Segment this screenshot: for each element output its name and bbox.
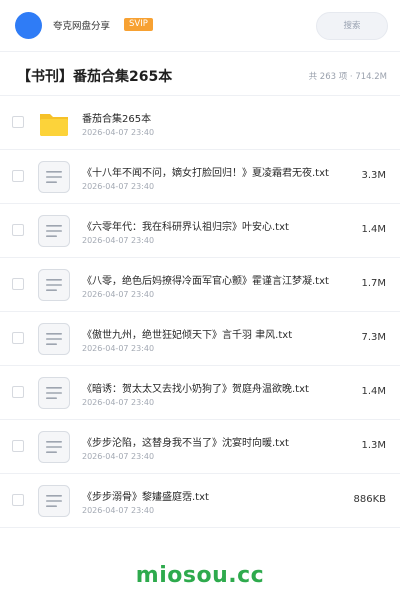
file-date: 2026-04-07 23:40 <box>82 182 155 191</box>
site-name: 夸克网盘分享 <box>53 21 111 32</box>
text-file-icon <box>37 376 71 410</box>
file-date: 2026-04-07 23:40 <box>82 290 155 299</box>
file-row[interactable]: 《暗诱：贺太太又去找小奶狗了》贺庭舟温欲晚.txt 2026-04-07 23:4… <box>0 366 400 420</box>
file-row[interactable]: 《步步溺骨》黎嫿盛庭霑.txt 2026-04-07 23:40 886KB <box>0 474 400 528</box>
text-file-icon <box>37 322 71 356</box>
file-name[interactable]: 番茄合集265本 <box>82 110 354 125</box>
file-row[interactable]: 《六零年代：我在科研界认祖归宗》叶安心.txt 2026-04-07 23:40 1… <box>0 204 400 258</box>
file-name[interactable]: 《八零，绝色后妈撩得冷面军官心颤》霍谨言江梦凝.txt <box>82 272 354 287</box>
file-row[interactable]: 《步步沦陷，这替身我不当了》沈宴时向暖.txt 2026-04-07 23:40 1… <box>0 420 400 474</box>
file-date: 2026-04-07 23:40 <box>82 506 155 515</box>
file-row[interactable]: 《八零，绝色后妈撩得冷面军官心颤》霍谨言江梦凝.txt 2026-04-07 23… <box>0 258 400 312</box>
row-checkbox[interactable] <box>12 386 24 398</box>
watermark: miosou.cc <box>135 563 265 588</box>
row-checkbox[interactable] <box>12 440 24 452</box>
file-size: 886KB <box>353 494 386 505</box>
row-checkbox[interactable] <box>12 332 24 344</box>
file-row[interactable]: 《十八年不闻不问，嫡女打脸回归！》夏凌霜君无夜.txt 2026-04-07 23… <box>0 150 400 204</box>
folder-stats: 共 263 项 · 714.2M <box>308 72 387 82</box>
text-file-icon <box>37 214 71 248</box>
file-size: 1.4M <box>361 386 386 397</box>
file-date: 2026-04-07 23:40 <box>82 128 155 137</box>
file-row[interactable]: 《傲世九州，绝世狂妃倾天下》言千羽 聿风.txt 2026-04-07 23:40… <box>0 312 400 366</box>
file-size: 7.3M <box>361 332 386 343</box>
row-checkbox[interactable] <box>12 170 24 182</box>
svip-badge: SVIP <box>124 18 153 31</box>
file-date: 2026-04-07 23:40 <box>82 452 155 461</box>
text-file-icon <box>37 160 71 194</box>
file-name[interactable]: 《傲世九州，绝世狂妃倾天下》言千羽 聿风.txt <box>82 326 354 341</box>
row-checkbox[interactable] <box>12 494 24 506</box>
row-checkbox[interactable] <box>12 278 24 290</box>
row-checkbox[interactable] <box>12 116 24 128</box>
file-name[interactable]: 《暗诱：贺太太又去找小奶狗了》贺庭舟温欲晚.txt <box>82 380 354 395</box>
avatar[interactable] <box>15 12 42 39</box>
file-date: 2026-04-07 23:40 <box>82 236 155 245</box>
file-list: 番茄合集265本 2026-04-07 23:40 《十八年不闻不问，嫡女打脸回归！… <box>0 96 400 528</box>
text-file-icon <box>37 430 71 464</box>
page-title: 【书刊】番茄合集265本 <box>17 69 173 85</box>
file-date: 2026-04-07 23:40 <box>82 344 155 353</box>
search-button[interactable]: 搜索 <box>316 12 388 40</box>
file-date: 2026-04-07 23:40 <box>82 398 155 407</box>
file-size: 1.7M <box>361 278 386 289</box>
file-name[interactable]: 《步步沦陷，这替身我不当了》沈宴时向暖.txt <box>82 434 354 449</box>
file-name[interactable]: 《步步溺骨》黎嫿盛庭霑.txt <box>82 488 354 503</box>
file-name[interactable]: 《六零年代：我在科研界认祖归宗》叶安心.txt <box>82 218 354 233</box>
file-size: 1.4M <box>361 224 386 235</box>
text-file-icon <box>37 484 71 518</box>
file-size: 3.3M <box>361 170 386 181</box>
folder-icon <box>37 106 71 140</box>
top-header: 夸克网盘分享 SVIP 搜索 <box>0 0 400 52</box>
folder-title-bar: 【书刊】番茄合集265本 共 263 项 · 714.2M <box>0 52 400 96</box>
file-name[interactable]: 《十八年不闻不问，嫡女打脸回归！》夏凌霜君无夜.txt <box>82 164 354 179</box>
text-file-icon <box>37 268 71 302</box>
row-checkbox[interactable] <box>12 224 24 236</box>
file-size: 1.3M <box>361 440 386 451</box>
file-row[interactable]: 番茄合集265本 2026-04-07 23:40 <box>0 96 400 150</box>
